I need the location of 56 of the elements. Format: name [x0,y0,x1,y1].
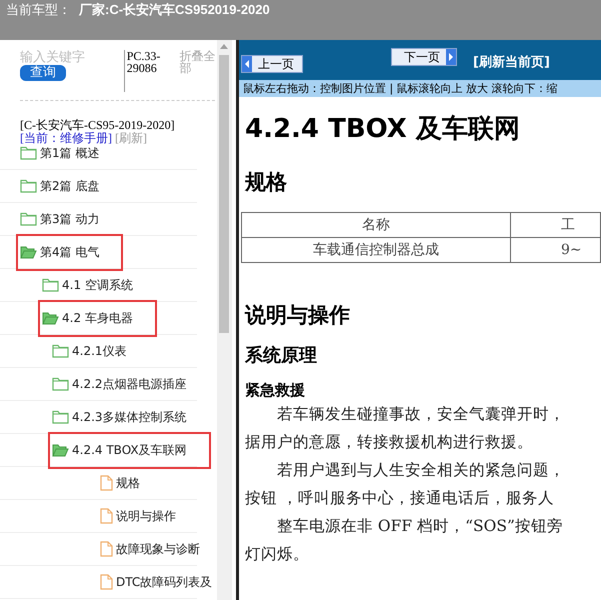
folder-icon [42,278,59,292]
table-header: 工 [510,212,600,238]
document-icon [100,574,113,590]
tree-item[interactable]: 4.2.3多媒体控制系统 [48,404,195,430]
tree-item[interactable]: 说明与操作 [96,504,184,528]
table-cell: 9~ [510,238,600,262]
folder-icon [52,377,69,391]
code-text: PC.33-29086 [124,50,174,92]
tree-item[interactable]: 4.2.2点烟器电源插座 [48,372,195,396]
search-button[interactable]: 查询 [20,65,66,81]
tree-item[interactable]: 第2篇 底盘 [16,174,108,198]
refresh-page-link[interactable]: [刷新当前页] [473,53,550,71]
document-icon [100,508,113,524]
tree-item[interactable]: DTC故障码列表及 [96,570,217,594]
scrollbar[interactable] [216,40,232,600]
document-title: 4.2.4 TBOX 及车联网 [245,113,521,146]
tree-item[interactable]: 4.2 车身电器 [38,300,157,336]
hint-bar: 鼠标左右拖动：控制图片位置 | 鼠标滚轮向上 放大 滚轮向下：缩 [239,80,601,97]
folder-icon [20,146,37,160]
model-text: [C-长安汽车-CS95-2019-2020] [20,119,176,132]
folder-icon [52,410,69,424]
paragraph-line: 灯闪烁。 [245,544,310,565]
open-folder-icon [42,311,59,325]
folder-icon [20,212,37,226]
tree-item[interactable]: 规格 [96,470,148,496]
open-folder-icon [20,245,37,259]
scrollbar-thumb[interactable] [219,55,230,333]
topic-heading: 紧急救援 [245,381,306,400]
model-label: 当前车型： [6,1,71,19]
document-icon [100,541,113,557]
tree-item[interactable]: 第3篇 动力 [16,206,108,232]
next-page-button[interactable]: 下一页 [391,48,457,66]
spec-heading: 规格 [245,169,288,196]
folder-icon [20,179,37,193]
subsection-heading: 系统原理 [245,344,318,367]
scroll-up-icon[interactable] [220,44,228,49]
model-name: 厂家:C-长安汽车CS952019-2020 [79,1,270,19]
document-icon [100,475,113,491]
tree-item[interactable]: 4.2.1仪表 [48,338,135,364]
current-text: [当前：维修手册] [20,131,112,145]
paragraph-line: 若用户遇到与人生安全相关的紧急问题， [276,460,566,481]
open-folder-icon [52,443,69,457]
paragraph-line: 若车辆发生碰撞事故，安全气囊弹开时， [276,404,566,425]
tree-item[interactable]: 第4篇 电气 [16,234,124,270]
paragraph-line: 整车电源在非 OFF 档时，“SOS”按钮旁 [276,516,564,537]
tree-item[interactable]: 4.1 空调系统 [38,272,141,298]
section-heading: 说明与操作 [245,302,351,329]
table-cell: 车载通信控制器总成 [242,238,510,262]
tree-item[interactable]: 4.2.4 TBOX及车联网 [48,432,211,468]
table-header: 名称 [242,212,510,238]
paragraph-line: 按钮 ，呼叫服务中心，接通电话后，服务人 [245,488,555,509]
tree-item[interactable]: 故障现象与诊断 [96,536,208,562]
previous-page-button[interactable]: 上一页 [241,55,303,73]
folder-icon [52,344,69,358]
search-field[interactable]: 输入关键字 [20,50,116,65]
paragraph-line: 据用户的意愿，转接救援机构进行救援。 [245,432,534,453]
